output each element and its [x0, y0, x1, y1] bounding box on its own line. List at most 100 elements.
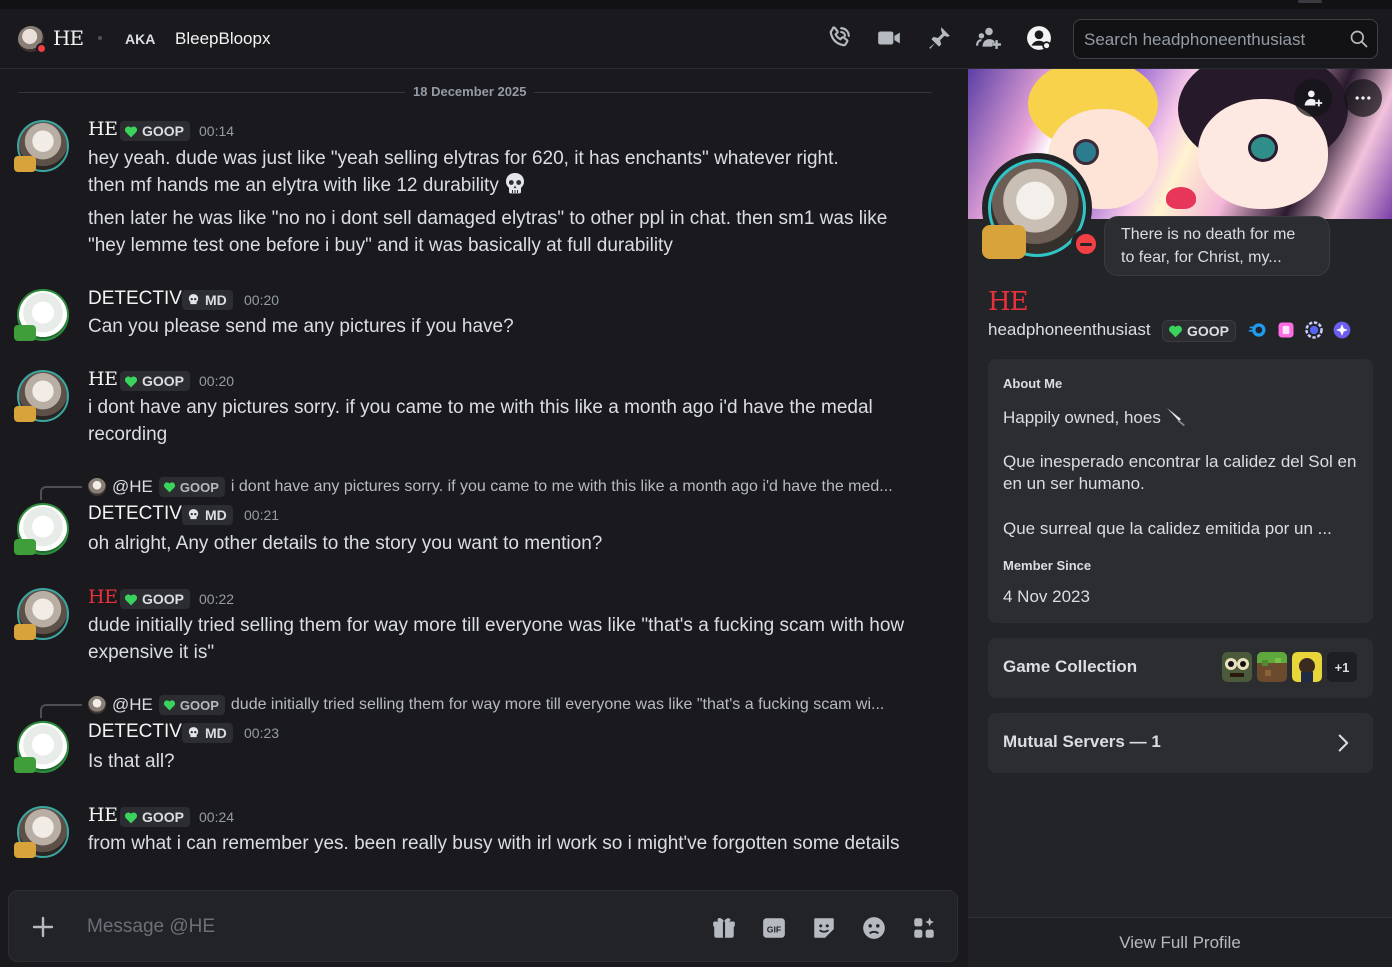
avatar-decoration: [14, 156, 36, 172]
author-name[interactable]: HE: [88, 118, 118, 140]
view-full-profile-link[interactable]: View Full Profile: [968, 933, 1392, 953]
server-tag[interactable]: GOOP: [120, 121, 191, 141]
reply-author[interactable]: @HE: [112, 695, 153, 715]
game-icon[interactable]: [1222, 652, 1252, 682]
author-name[interactable]: HE: [88, 586, 118, 608]
member-since-date: 4 Nov 2023: [1003, 587, 1090, 606]
timestamp: 00:20: [244, 292, 280, 308]
profile-footer: View Full Profile: [968, 917, 1392, 967]
profile-server-tag[interactable]: GOOP: [1162, 320, 1237, 342]
heart-icon: [1169, 325, 1182, 338]
profile-server-tag-label: GOOP: [1187, 323, 1230, 339]
window-top-strip: [0, 0, 1392, 9]
video-icon[interactable]: [876, 25, 902, 51]
search-input[interactable]: [1084, 28, 1339, 52]
reply-connector: [40, 486, 82, 500]
server-tag-label: GOOP: [142, 809, 185, 825]
reply-server-tag: GOOP: [158, 695, 225, 715]
add-friend-icon[interactable]: [976, 25, 1002, 51]
header-avatar[interactable]: [18, 26, 47, 54]
search-icon[interactable]: [1349, 29, 1369, 49]
about-me-text: Happily owned, hoes: [1003, 408, 1161, 427]
gift-icon[interactable]: [711, 915, 737, 941]
reply-text: dude initially tried selling them for wa…: [230, 696, 885, 713]
reply-preview[interactable]: @HE GOOP i dont have any pictures sorry.…: [88, 476, 893, 498]
add-friend-icon: [1304, 90, 1323, 107]
window-handle: [1298, 0, 1322, 3]
banner-heart: [1166, 187, 1196, 209]
message-composer: GIF: [8, 890, 958, 962]
separator-dot: [98, 36, 102, 40]
profile-badges: [1248, 320, 1352, 340]
phone-icon[interactable]: [826, 25, 852, 51]
message-text: oh alright, Any other details to the sto…: [88, 533, 603, 554]
heart-icon: [124, 593, 138, 605]
timestamp: 00:21: [244, 507, 280, 523]
knife-emoji: [1166, 408, 1185, 426]
skull-icon: [188, 294, 199, 305]
heart-icon: [124, 811, 138, 823]
server-tag[interactable]: MD: [182, 290, 233, 310]
sticker-icon[interactable]: [811, 915, 837, 941]
timestamp: 00:24: [199, 809, 235, 825]
skull-emoji: [505, 173, 524, 194]
reply-preview[interactable]: @HE GOOP dude initially tried selling th…: [88, 694, 884, 716]
chevron-right-icon: [1338, 734, 1349, 752]
message-input[interactable]: [87, 913, 647, 941]
avatar-decoration: [14, 325, 36, 341]
header-display-name[interactable]: HE: [53, 26, 84, 50]
nitro-badge-icon[interactable]: [1248, 320, 1268, 340]
author-name[interactable]: DETECTIV: [88, 721, 182, 743]
reply-server-tag-label: GOOP: [179, 697, 219, 713]
heart-icon: [163, 482, 175, 493]
game-collection-card[interactable]: Game Collection +1: [988, 638, 1373, 698]
server-tag[interactable]: MD: [182, 505, 233, 525]
timestamp: 00:14: [199, 123, 235, 139]
pin-icon[interactable]: [926, 25, 952, 51]
avatar-decoration: [14, 406, 36, 422]
about-me-card: About Me Happily owned, hoes Que inesper…: [988, 359, 1373, 623]
server-tag-label: MD: [205, 507, 227, 523]
timestamp: 00:22: [199, 591, 235, 607]
date-divider-label: 18 December 2025: [405, 84, 535, 99]
timestamp: 00:20: [199, 373, 235, 389]
gif-icon[interactable]: GIF: [761, 915, 787, 941]
mutual-servers-card[interactable]: Mutual Servers — 1: [988, 713, 1373, 773]
server-tag-label: GOOP: [142, 591, 185, 607]
author-name[interactable]: DETECTIV: [88, 503, 182, 525]
quest-badge-icon[interactable]: [1304, 320, 1324, 340]
author-name[interactable]: DETECTIV: [88, 288, 182, 310]
apps-icon[interactable]: [911, 915, 937, 941]
avatar-decoration: [14, 842, 36, 858]
avatar-decoration: [14, 757, 36, 773]
search-box[interactable]: [1073, 19, 1378, 59]
server-tag[interactable]: GOOP: [120, 589, 191, 609]
banner-art: [1073, 139, 1099, 165]
server-tag[interactable]: GOOP: [120, 807, 191, 827]
server-tag[interactable]: MD: [182, 723, 233, 743]
about-me-text[interactable]: Que surreal que la calidez emitida por u…: [1003, 518, 1358, 540]
boost-badge-icon[interactable]: [1276, 320, 1296, 340]
profile-avatar-frame: [982, 153, 1101, 263]
profile-toggle-icon[interactable]: [1026, 25, 1052, 51]
heart-icon: [124, 375, 138, 387]
orb-badge-icon[interactable]: [1332, 320, 1352, 340]
minecraft-icon[interactable]: [1257, 652, 1287, 682]
reply-author[interactable]: @HE: [112, 477, 153, 497]
game-icon[interactable]: [1292, 652, 1322, 682]
message-text: dude initially tried selling them for wa…: [88, 615, 905, 663]
plus-icon[interactable]: [31, 915, 55, 939]
profile-username[interactable]: headphoneenthusiast: [988, 320, 1151, 340]
profile-display-name: HE: [988, 287, 1029, 317]
game-collection-label: Game Collection: [1003, 657, 1138, 676]
server-tag[interactable]: GOOP: [120, 371, 191, 391]
reply-avatar: [88, 478, 106, 496]
add-friend-button[interactable]: [1294, 79, 1332, 117]
author-name[interactable]: HE: [88, 368, 118, 390]
about-me-heading: About Me: [1003, 376, 1063, 391]
custom-status-bubble[interactable]: There is no death for me to fear, for Ch…: [1104, 216, 1330, 276]
more-options-button[interactable]: [1344, 79, 1382, 117]
emoji-icon[interactable]: [861, 915, 887, 941]
more-games-count[interactable]: +1: [1327, 652, 1357, 682]
author-name[interactable]: HE: [88, 804, 118, 826]
